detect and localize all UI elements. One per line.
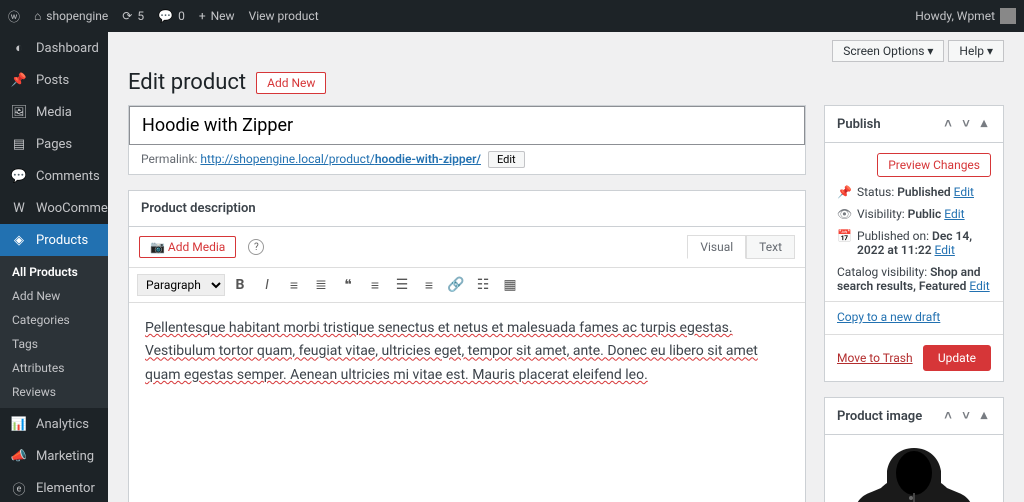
new-content[interactable]: +New [199,9,235,23]
link-button[interactable]: 🔗 [444,272,468,298]
screen-options[interactable]: Screen Options ▾ [832,40,944,62]
product-image[interactable] [839,443,989,502]
product-image-title: Product image [837,409,922,424]
chevron-up-icon[interactable]: ˄ [941,116,955,132]
chevron-down-icon[interactable]: ˅ [959,408,973,424]
toolbar-toggle[interactable]: ▦ [498,272,522,298]
permalink-edit[interactable]: Edit [488,151,525,168]
comment-icon: 💬 [10,167,28,185]
menu-products[interactable]: ◈Products [0,224,108,256]
readmore-button[interactable]: ☷ [471,272,495,298]
edit-catalog[interactable]: Edit [969,279,989,293]
edit-visibility[interactable]: Edit [944,207,964,221]
content: Screen Options ▾ Help ▾ Edit product Add… [108,32,1024,502]
help[interactable]: Help ▾ [948,40,1004,62]
preview-changes-button[interactable]: Preview Changes [877,153,991,177]
tab-visual[interactable]: Visual [687,235,746,259]
paragraph-select[interactable]: Paragraph [137,274,225,296]
permalink-link[interactable]: http://shopengine.local/product/hoodie-w… [200,152,481,166]
submenu-reviews[interactable]: Reviews [0,380,108,404]
menu-dashboard[interactable]: ◐Dashboard [0,32,108,64]
page-icon: ▤ [10,135,28,153]
products-icon: ◈ [10,231,28,249]
format-toolbar: Paragraph B I ≡ ≣ ❝ ≡ ☰ ≡ 🔗 ☷ ▦ [129,268,805,303]
chevron-down-icon[interactable]: ˅ [959,116,973,132]
dashboard-icon: ◐ [10,39,28,57]
user-greeting[interactable]: Howdy, Wpmet [915,8,1016,24]
permalink: Permalink: http://shopengine.local/produ… [129,145,805,174]
plus-icon: + [199,9,206,23]
publish-box: Publish ˄˅▴ Preview Changes 📌Status: Pub… [824,105,1004,382]
editor-body[interactable]: Pellentesque habitant morbi tristique se… [129,303,805,502]
marketing-icon: 📣 [10,447,28,465]
admin-bar: ⓦ ⌂shopengine ⟳5 💬0 +New View product Ho… [0,0,1024,32]
submenu-add-new[interactable]: Add New [0,284,108,308]
menu-analytics[interactable]: 📊Analytics [0,408,108,440]
tab-text[interactable]: Text [746,235,795,259]
calendar-icon: 📅 [837,229,851,243]
help-icon[interactable]: ? [248,239,264,255]
product-title-input[interactable] [129,106,805,145]
elementor-icon: ⓔ [10,479,28,497]
home-icon: ⌂ [34,9,41,23]
menu-woocommerce[interactable]: WWooCommerce [0,192,108,224]
woo-icon: W [10,199,28,217]
ol-button[interactable]: ≣ [309,272,333,298]
comments[interactable]: 💬0 [158,9,185,23]
publish-title: Publish [837,117,881,132]
align-left-button[interactable]: ≡ [363,272,387,298]
wp-logo[interactable]: ⓦ [8,8,20,25]
submenu-categories[interactable]: Categories [0,308,108,332]
italic-button[interactable]: I [255,272,279,298]
eye-icon: 👁 [837,207,851,221]
quote-button[interactable]: ❝ [336,272,360,298]
add-new-button[interactable]: Add New [256,72,326,94]
pin-icon: 📌 [10,71,28,89]
product-image-box: Product image ˄˅▴ ? [824,397,1004,502]
view-product[interactable]: View product [249,9,319,23]
key-icon: 📌 [837,185,851,199]
toggle-icon[interactable]: ▴ [977,116,991,132]
chevron-up-icon[interactable]: ˄ [941,408,955,424]
refresh-icon: ⟳ [122,9,132,23]
toggle-icon[interactable]: ▴ [977,408,991,424]
align-right-button[interactable]: ≡ [417,272,441,298]
submenu-all-products[interactable]: All Products [0,260,108,284]
comment-icon: 💬 [158,9,173,23]
title-box: Permalink: http://shopengine.local/produ… [128,105,806,175]
media-icon: 🖼 [10,103,28,121]
menu-pages[interactable]: ▤Pages [0,128,108,160]
menu-elementor[interactable]: ⓔElementor [0,472,108,502]
ul-button[interactable]: ≡ [282,272,306,298]
menu-comments[interactable]: 💬Comments [0,160,108,192]
avatar [1000,8,1016,24]
products-submenu: All Products Add New Categories Tags Att… [0,256,108,408]
analytics-icon: 📊 [10,415,28,433]
update-button[interactable]: Update [923,345,991,371]
page-title: Edit product [128,70,246,95]
submenu-attributes[interactable]: Attributes [0,356,108,380]
description-box: Product description 📷 Add Media ? Visual… [128,190,806,502]
edit-published[interactable]: Edit [935,243,955,257]
add-media-button[interactable]: 📷 Add Media [139,236,236,258]
description-header: Product description [129,191,805,227]
move-trash[interactable]: Move to Trash [837,351,913,365]
site-name[interactable]: ⌂shopengine [34,9,108,23]
wordpress-icon: ⓦ [8,8,20,25]
updates[interactable]: ⟳5 [122,9,144,23]
menu-media[interactable]: 🖼Media [0,96,108,128]
align-center-button[interactable]: ☰ [390,272,414,298]
menu-marketing[interactable]: 📣Marketing [0,440,108,472]
submenu-tags[interactable]: Tags [0,332,108,356]
menu-posts[interactable]: 📌Posts [0,64,108,96]
bold-button[interactable]: B [228,272,252,298]
admin-sidebar: ◐Dashboard 📌Posts 🖼Media ▤Pages 💬Comment… [0,32,108,502]
edit-status[interactable]: Edit [954,185,974,199]
copy-draft[interactable]: Copy to a new draft [837,310,940,324]
